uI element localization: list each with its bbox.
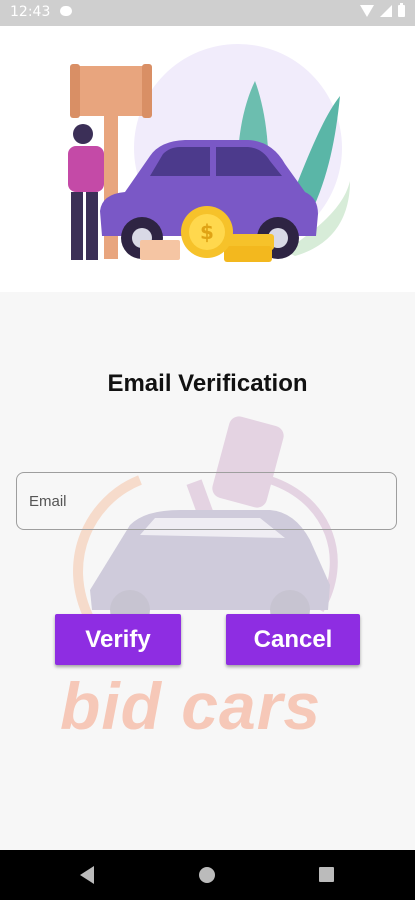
money-stack (140, 240, 180, 260)
email-input[interactable] (17, 473, 396, 529)
person-head (73, 124, 93, 144)
status-icons (360, 3, 405, 17)
hero-illustration: $ (0, 26, 415, 292)
svg-text:$: $ (200, 220, 214, 244)
gavel-head (75, 66, 147, 116)
email-field[interactable] (16, 472, 397, 530)
wifi-icon (360, 5, 374, 17)
signal-icon (380, 5, 392, 17)
battery-icon (398, 3, 405, 17)
gavel-handle (104, 114, 118, 259)
status-bar: 12:43 (0, 0, 415, 26)
status-time: 12:43 (10, 4, 51, 20)
cancel-button[interactable]: Cancel (226, 614, 360, 665)
person-body (68, 146, 104, 192)
notification-icon (60, 6, 72, 16)
navigation-bar (0, 850, 415, 900)
back-icon[interactable] (80, 866, 94, 884)
recent-apps-icon[interactable] (319, 867, 334, 882)
watermark-text: bid cars (60, 669, 322, 743)
home-icon[interactable] (199, 867, 215, 883)
verify-button[interactable]: Verify (55, 614, 181, 665)
page-title: Email Verification (107, 370, 308, 397)
